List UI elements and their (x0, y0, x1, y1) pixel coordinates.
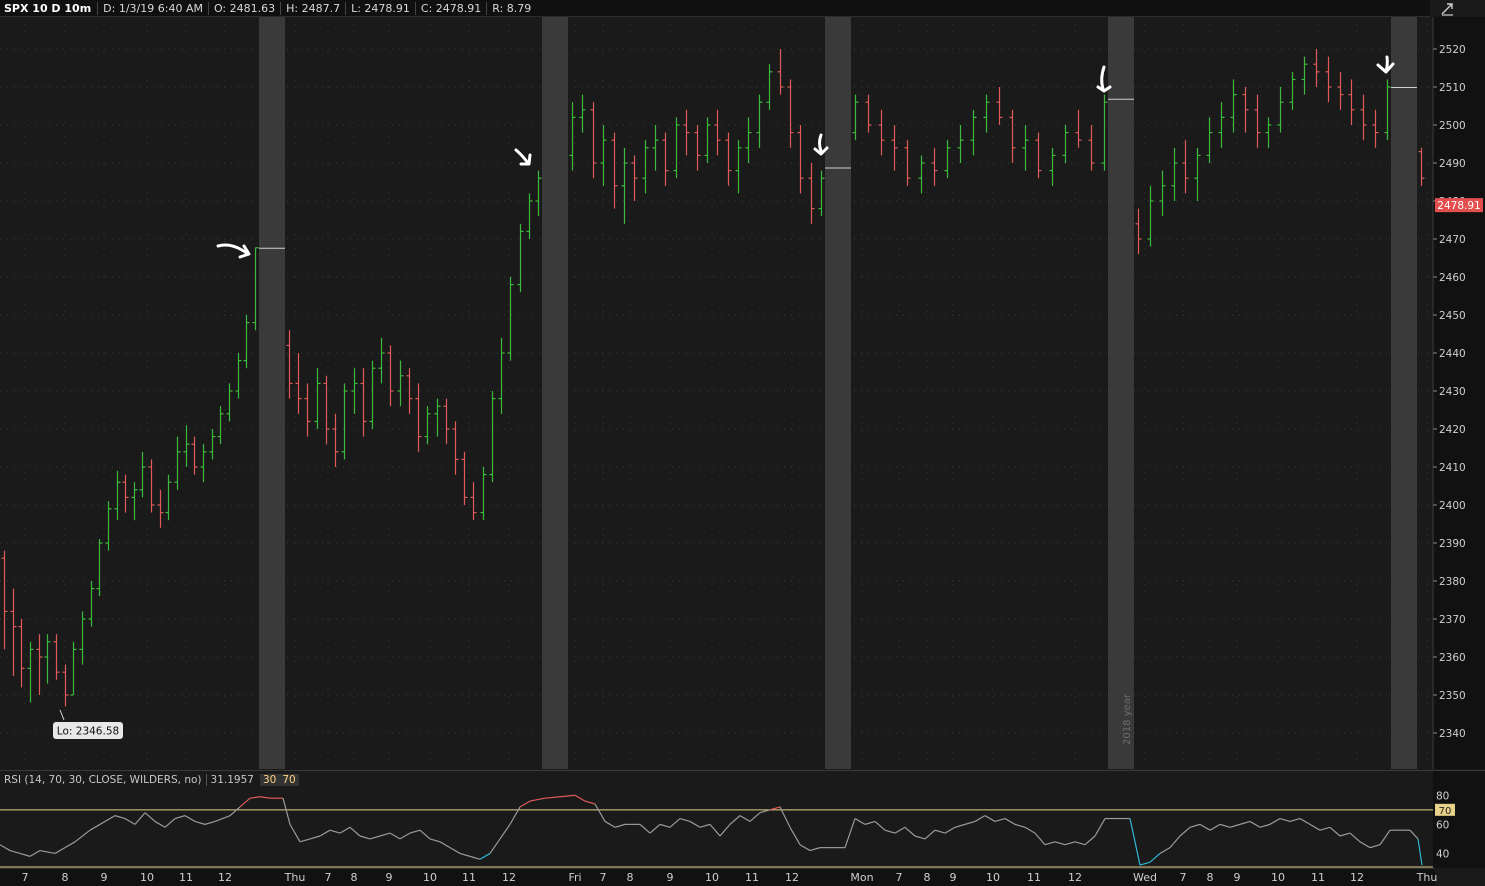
time-axis-tick: 11 (462, 871, 476, 884)
time-axis-tick: 7 (1179, 871, 1187, 884)
time-axis-tick: 7 (599, 871, 607, 884)
open-readout: O: 2481.63 (207, 1, 280, 15)
price-axis-tick: 2360 (1439, 652, 1466, 664)
svg-text:70: 70 (1439, 806, 1452, 817)
time-axis-tick: 9 (666, 871, 674, 884)
price-axis-tick: 2400 (1439, 500, 1466, 512)
extended-hours-band (542, 17, 568, 769)
time-axis-tick: Thu (284, 871, 306, 884)
time-axis-tick: 9 (1233, 871, 1241, 884)
time-axis-tick: 7 (895, 871, 903, 884)
expand-icon[interactable] (1436, 0, 1458, 18)
extended-hours-band (1391, 17, 1417, 769)
price-axis-tick: 2490 (1439, 158, 1466, 170)
extended-hours-band (825, 17, 851, 769)
range-readout: R: 8.79 (486, 1, 536, 15)
price-axis-tick: 2340 (1439, 728, 1466, 740)
chart-header: SPX 10 D 10m D: 1/3/19 6:40 AM O: 2481.6… (0, 0, 1430, 17)
price-axis-tick: 2520 (1439, 44, 1466, 56)
time-axis-tick: 8 (1206, 871, 1214, 884)
time-axis-tick: 11 (745, 871, 759, 884)
svg-text:Lo: 2346.58: Lo: 2346.58 (57, 725, 119, 737)
price-axis-tick: 2380 (1439, 576, 1466, 588)
time-axis-tick: 8 (61, 871, 69, 884)
time-axis-tick: 9 (385, 871, 393, 884)
time-axis-tick: 8 (923, 871, 931, 884)
time-axis-tick: 7 (21, 871, 29, 884)
time-axis-tick: 10 (140, 871, 154, 884)
price-axis-tick: 2370 (1439, 614, 1466, 626)
time-axis-tick: 9 (100, 871, 108, 884)
rsi-overbought-level: 70 (279, 773, 299, 786)
time-axis-tick: 10 (986, 871, 1000, 884)
rsi-axis-tick: 40 (1436, 848, 1449, 860)
time-axis-tick: 12 (218, 871, 232, 884)
last-price-tag: 2478.91 (1435, 198, 1483, 213)
high-readout: H: 2487.7 (280, 1, 345, 15)
rsi-study-label[interactable]: RSI (14, 70, 30, CLOSE, WILDERS, no) (0, 774, 206, 786)
year-boundary-label: 2018 year (1122, 693, 1133, 745)
time-axis-tick: 8 (350, 871, 358, 884)
price-axis-tick: 2410 (1439, 462, 1466, 474)
time-axis-tick: 10 (423, 871, 437, 884)
price-axis-tick: 2430 (1439, 386, 1466, 398)
rsi-header: RSI (14, 70, 30, CLOSE, WILDERS, no) 31.… (0, 771, 299, 788)
time-axis-tick: 8 (626, 871, 634, 884)
extended-hours-band (1108, 17, 1134, 769)
symbol-label[interactable]: SPX 10 D 10m (0, 2, 97, 15)
low-price-label: Lo: 2346.58 (53, 721, 123, 739)
close-readout: C: 2478.91 (414, 1, 486, 15)
rsi-level-tag: 70 (1435, 803, 1455, 817)
rsi-axis-tick: 60 (1436, 819, 1449, 831)
time-axis-tick: 11 (179, 871, 193, 884)
time-axis-tick: Wed (1133, 871, 1157, 884)
price-axis-tick: 2420 (1439, 424, 1466, 436)
price-axis-tick: 2510 (1439, 82, 1466, 94)
price-chart[interactable]: Lo: 2346.582018 year 2520251025002490248… (0, 17, 1485, 769)
time-axis[interactable]: 7 8 9 10 11 12 Thu 7 8 9 10 11 12 Fri 7 8 9 10 11 12 Mon 7 8 9 1… (0, 868, 1438, 886)
time-axis-tick: 12 (502, 871, 516, 884)
time-axis-tick: 12 (785, 871, 799, 884)
price-axis-tick: 2390 (1439, 538, 1466, 550)
time-axis-tick: Mon (850, 871, 874, 884)
time-axis-tick: 7 (324, 871, 332, 884)
time-axis-tick: 10 (705, 871, 719, 884)
time-axis-tick: Thu (1416, 871, 1438, 884)
low-readout: L: 2478.91 (345, 1, 415, 15)
price-axis-tick: 2350 (1439, 690, 1466, 702)
time-axis-tick: 10 (1271, 871, 1285, 884)
time-axis-tick: 11 (1311, 871, 1325, 884)
date-readout: D: 1/3/19 6:40 AM (97, 1, 208, 15)
svg-text:2478.91: 2478.91 (1437, 200, 1480, 212)
rsi-value: 31.1957 (205, 773, 258, 786)
time-axis-tick: 12 (1068, 871, 1082, 884)
rsi-axis-tick: 80 (1436, 790, 1449, 802)
extended-hours-band (259, 17, 285, 769)
price-axis-tick: 2440 (1439, 348, 1466, 360)
price-axis-tick: 2450 (1439, 310, 1466, 322)
time-axis-tick: 11 (1027, 871, 1041, 884)
price-axis-tick: 2460 (1439, 272, 1466, 284)
time-axis-tick: 12 (1350, 871, 1364, 884)
price-axis-tick: 2470 (1439, 234, 1466, 246)
time-axis-tick: Fri (568, 871, 582, 884)
rsi-oversold-level: 30 (259, 773, 280, 786)
price-axis-tick: 2500 (1439, 120, 1466, 132)
time-axis-tick: 9 (949, 871, 957, 884)
